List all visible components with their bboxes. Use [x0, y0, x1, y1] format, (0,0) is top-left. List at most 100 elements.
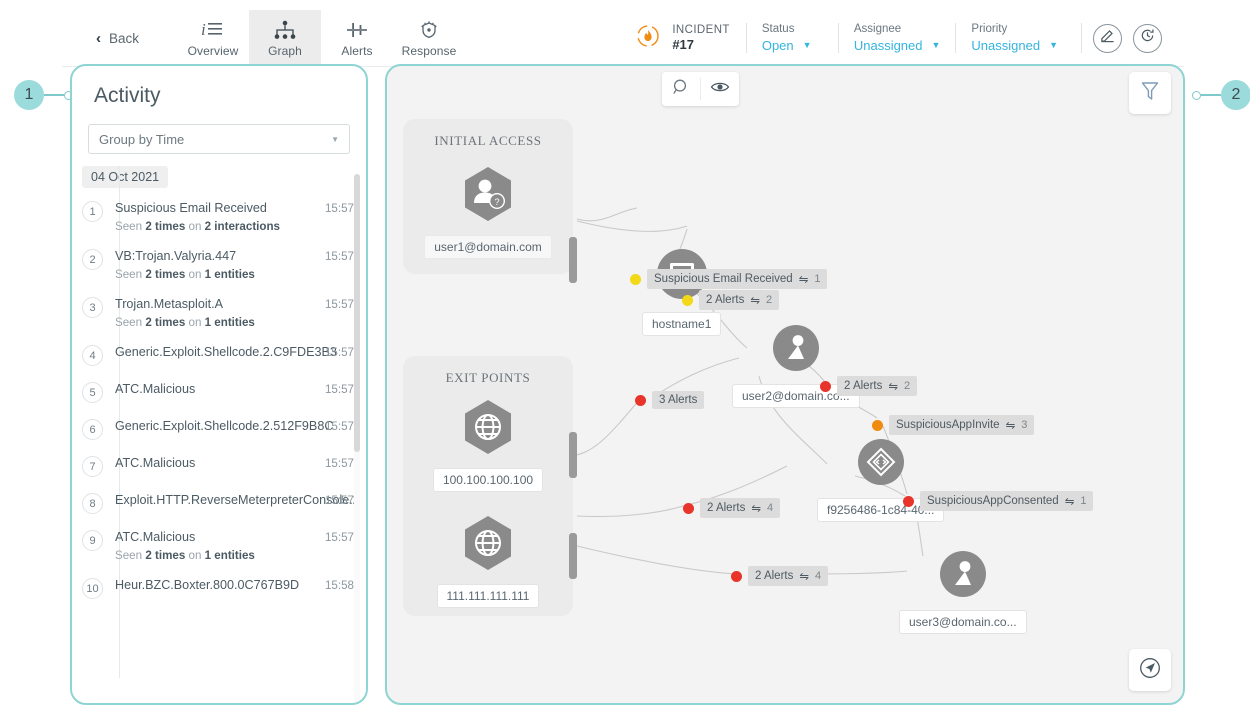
- group-exit-points-handle-1[interactable]: [569, 432, 577, 478]
- graph-search-button[interactable]: [662, 72, 700, 106]
- incident-block: INCIDENT #17: [633, 21, 746, 56]
- activity-item-body: Heur.BZC.Boxter.800.0C767B9D: [115, 577, 317, 599]
- activity-item-time: 15:57: [324, 202, 354, 215]
- node-user3[interactable]: user3@domain.co...: [899, 550, 1027, 634]
- assignee-value: Unassigned: [853, 38, 923, 53]
- group-initial-access-title: INITIAL ACCESS: [434, 133, 542, 148]
- activity-item[interactable]: 10 Heur.BZC.Boxter.800.0C767B9D 15:58: [72, 577, 366, 599]
- edge-label-2alerts-a[interactable]: 2 Alerts ⇋ 2: [682, 290, 780, 310]
- activity-item-number: 5: [82, 382, 103, 403]
- activity-item-subtitle: Seen 2 times on 2 interactions: [115, 220, 317, 233]
- activity-item[interactable]: 1 Suspicious Email Received Seen 2 times o…: [72, 200, 366, 233]
- history-button[interactable]: [1133, 23, 1162, 53]
- group-initial-access-handle[interactable]: [569, 237, 577, 283]
- activity-sub-pre: Seen: [115, 316, 146, 329]
- activity-item[interactable]: 4 Generic.Exploit.Shellcode.2.C9FDE3B3 15:…: [72, 344, 366, 366]
- callout-2: 2: [1192, 80, 1250, 110]
- chevron-down-icon: ▼: [931, 40, 941, 50]
- back-button[interactable]: ‹ Back: [96, 31, 139, 46]
- group-initial-access[interactable]: INITIAL ACCESS ? user1@domain.com: [403, 119, 577, 283]
- assignee-field[interactable]: Assignee Unassigned ▼: [837, 23, 956, 53]
- activity-item[interactable]: 7 ATC.Malicious 15:57: [72, 455, 366, 477]
- activity-scrollbar[interactable]: [354, 174, 360, 703]
- graph-locate-button[interactable]: [1129, 649, 1171, 691]
- callout-1-number: 1: [14, 80, 44, 110]
- header-right: INCIDENT #17 Status Open ▼ Assignee Unas…: [633, 10, 1184, 67]
- activity-item-body: Generic.Exploit.Shellcode.2.C9FDE3B3: [115, 344, 337, 366]
- globe-hexagon-icon: [461, 398, 515, 461]
- nav-tabs: i Overview Graph Alerts Response: [177, 9, 465, 67]
- edge-pill: SuspiciousAppConsented ⇋ 1: [920, 491, 1094, 511]
- edge-text: 2 Alerts: [844, 380, 883, 392]
- svg-text:?: ?: [494, 197, 499, 207]
- edge-text: 2 Alerts: [706, 294, 745, 306]
- tab-overview[interactable]: i Overview: [177, 10, 249, 67]
- bidirectional-icon: ⇋: [751, 503, 761, 515]
- priority-field[interactable]: Priority Unassigned ▼: [955, 23, 1073, 53]
- activity-sub-entities: 1 entities: [204, 316, 255, 329]
- group-by-select[interactable]: Group by Time ▼: [88, 124, 350, 154]
- graph-visibility-button[interactable]: [701, 72, 739, 106]
- application-circle-icon: [857, 438, 905, 491]
- edge-label-2alerts-c[interactable]: 2 Alerts ⇋ 4: [683, 498, 781, 518]
- graph-toolbar: [662, 72, 739, 106]
- user-circle-icon: [772, 324, 820, 377]
- activity-item[interactable]: 9 ATC.Malicious Seen 2 times on 1 entities…: [72, 529, 366, 562]
- edit-incident-button[interactable]: [1093, 23, 1122, 53]
- edge-label-2alerts-d[interactable]: 2 Alerts ⇋ 4: [731, 566, 829, 586]
- severity-dot: [872, 419, 883, 431]
- incident-text: INCIDENT #17: [672, 23, 730, 54]
- status-dropdown[interactable]: Open ▼: [762, 38, 823, 53]
- activity-item[interactable]: 3 Trojan.Metasploit.A Seen 2 times on 1 en…: [72, 296, 366, 329]
- activity-scrollbar-thumb[interactable]: [354, 174, 360, 452]
- activity-item-name: ATC.Malicious: [115, 382, 196, 396]
- bidirectional-icon: ⇋: [1005, 420, 1016, 432]
- flame-target-icon: [633, 21, 663, 56]
- edge-label-2alerts-b[interactable]: 2 Alerts ⇋ 2: [820, 376, 918, 396]
- group-exit-points[interactable]: EXIT POINTS 100.100.100.100 111.111.111.…: [403, 356, 577, 616]
- edge-pill: Suspicious Email Received ⇋ 1: [647, 269, 828, 289]
- edge-pill: 2 Alerts ⇋ 4: [748, 566, 829, 586]
- activity-sub-mid: on: [185, 268, 205, 281]
- edge-label-suspicious-email[interactable]: Suspicious Email Received ⇋ 1: [630, 269, 828, 289]
- activity-item[interactable]: 2 VB:Trojan.Valyria.447 Seen 2 times on 1 …: [72, 248, 366, 281]
- group-exit-points-handle-2[interactable]: [569, 533, 577, 579]
- back-label: Back: [109, 30, 140, 46]
- navigate-icon: [1139, 657, 1161, 684]
- node-ip2[interactable]: 111.111.111.111: [436, 514, 540, 608]
- tab-alerts[interactable]: Alerts: [321, 10, 393, 67]
- tab-graph[interactable]: Graph: [249, 9, 322, 67]
- activity-item-time: 15:57: [324, 531, 354, 544]
- activity-item-time: 15:57: [324, 346, 354, 359]
- activity-item[interactable]: 5 ATC.Malicious 15:57: [72, 381, 366, 403]
- activity-item-time: 15:57: [324, 420, 354, 433]
- activity-item[interactable]: 8 Exploit.HTTP.ReverseMeterpreterConsole.…: [72, 492, 366, 514]
- activity-item-name: ATC.Malicious: [115, 530, 196, 544]
- node-user1-label: user1@domain.com: [424, 235, 552, 259]
- severity-dot: [731, 570, 742, 582]
- node-user1[interactable]: ? user1@domain.com: [424, 165, 552, 259]
- edge-label-suspicious-app-consented[interactable]: SuspiciousAppConsented ⇋ 1: [903, 491, 1094, 511]
- status-field[interactable]: Status Open ▼: [745, 23, 838, 53]
- node-ip1[interactable]: 100.100.100.100: [432, 398, 544, 492]
- activity-item-body: ATC.Malicious: [115, 455, 317, 477]
- edge-pill: 3 Alerts: [652, 391, 705, 409]
- edge-text: SuspiciousAppInvite: [896, 419, 1000, 431]
- user-unknown-hexagon-icon: ?: [461, 165, 515, 228]
- edge-label-3alerts[interactable]: 3 Alerts: [635, 391, 705, 409]
- activity-sub-count: 2 times: [145, 316, 186, 329]
- activity-item-body: Generic.Exploit.Shellcode.2.512F9B8C: [115, 418, 333, 440]
- graph-nodes-icon: [273, 19, 297, 41]
- priority-dropdown[interactable]: Unassigned ▼: [971, 38, 1058, 53]
- graph-filter-button[interactable]: [1129, 72, 1171, 114]
- tab-response[interactable]: Response: [393, 10, 465, 67]
- tab-graph-label: Graph: [268, 43, 302, 58]
- edge-label-suspicious-app-invite[interactable]: SuspiciousAppInvite ⇋ 3: [872, 415, 1035, 435]
- edge-count: 2: [904, 380, 911, 392]
- assignee-dropdown[interactable]: Unassigned ▼: [854, 38, 941, 53]
- user-circle-icon: [939, 550, 987, 603]
- edge-count: 2: [766, 294, 773, 306]
- chevron-down-icon: ▼: [1049, 40, 1058, 50]
- activity-panel: Activity Group by Time ▼ 04 Oct 2021 1 Su…: [70, 64, 368, 705]
- activity-item[interactable]: 6 Generic.Exploit.Shellcode.2.512F9B8C 15:…: [72, 418, 366, 440]
